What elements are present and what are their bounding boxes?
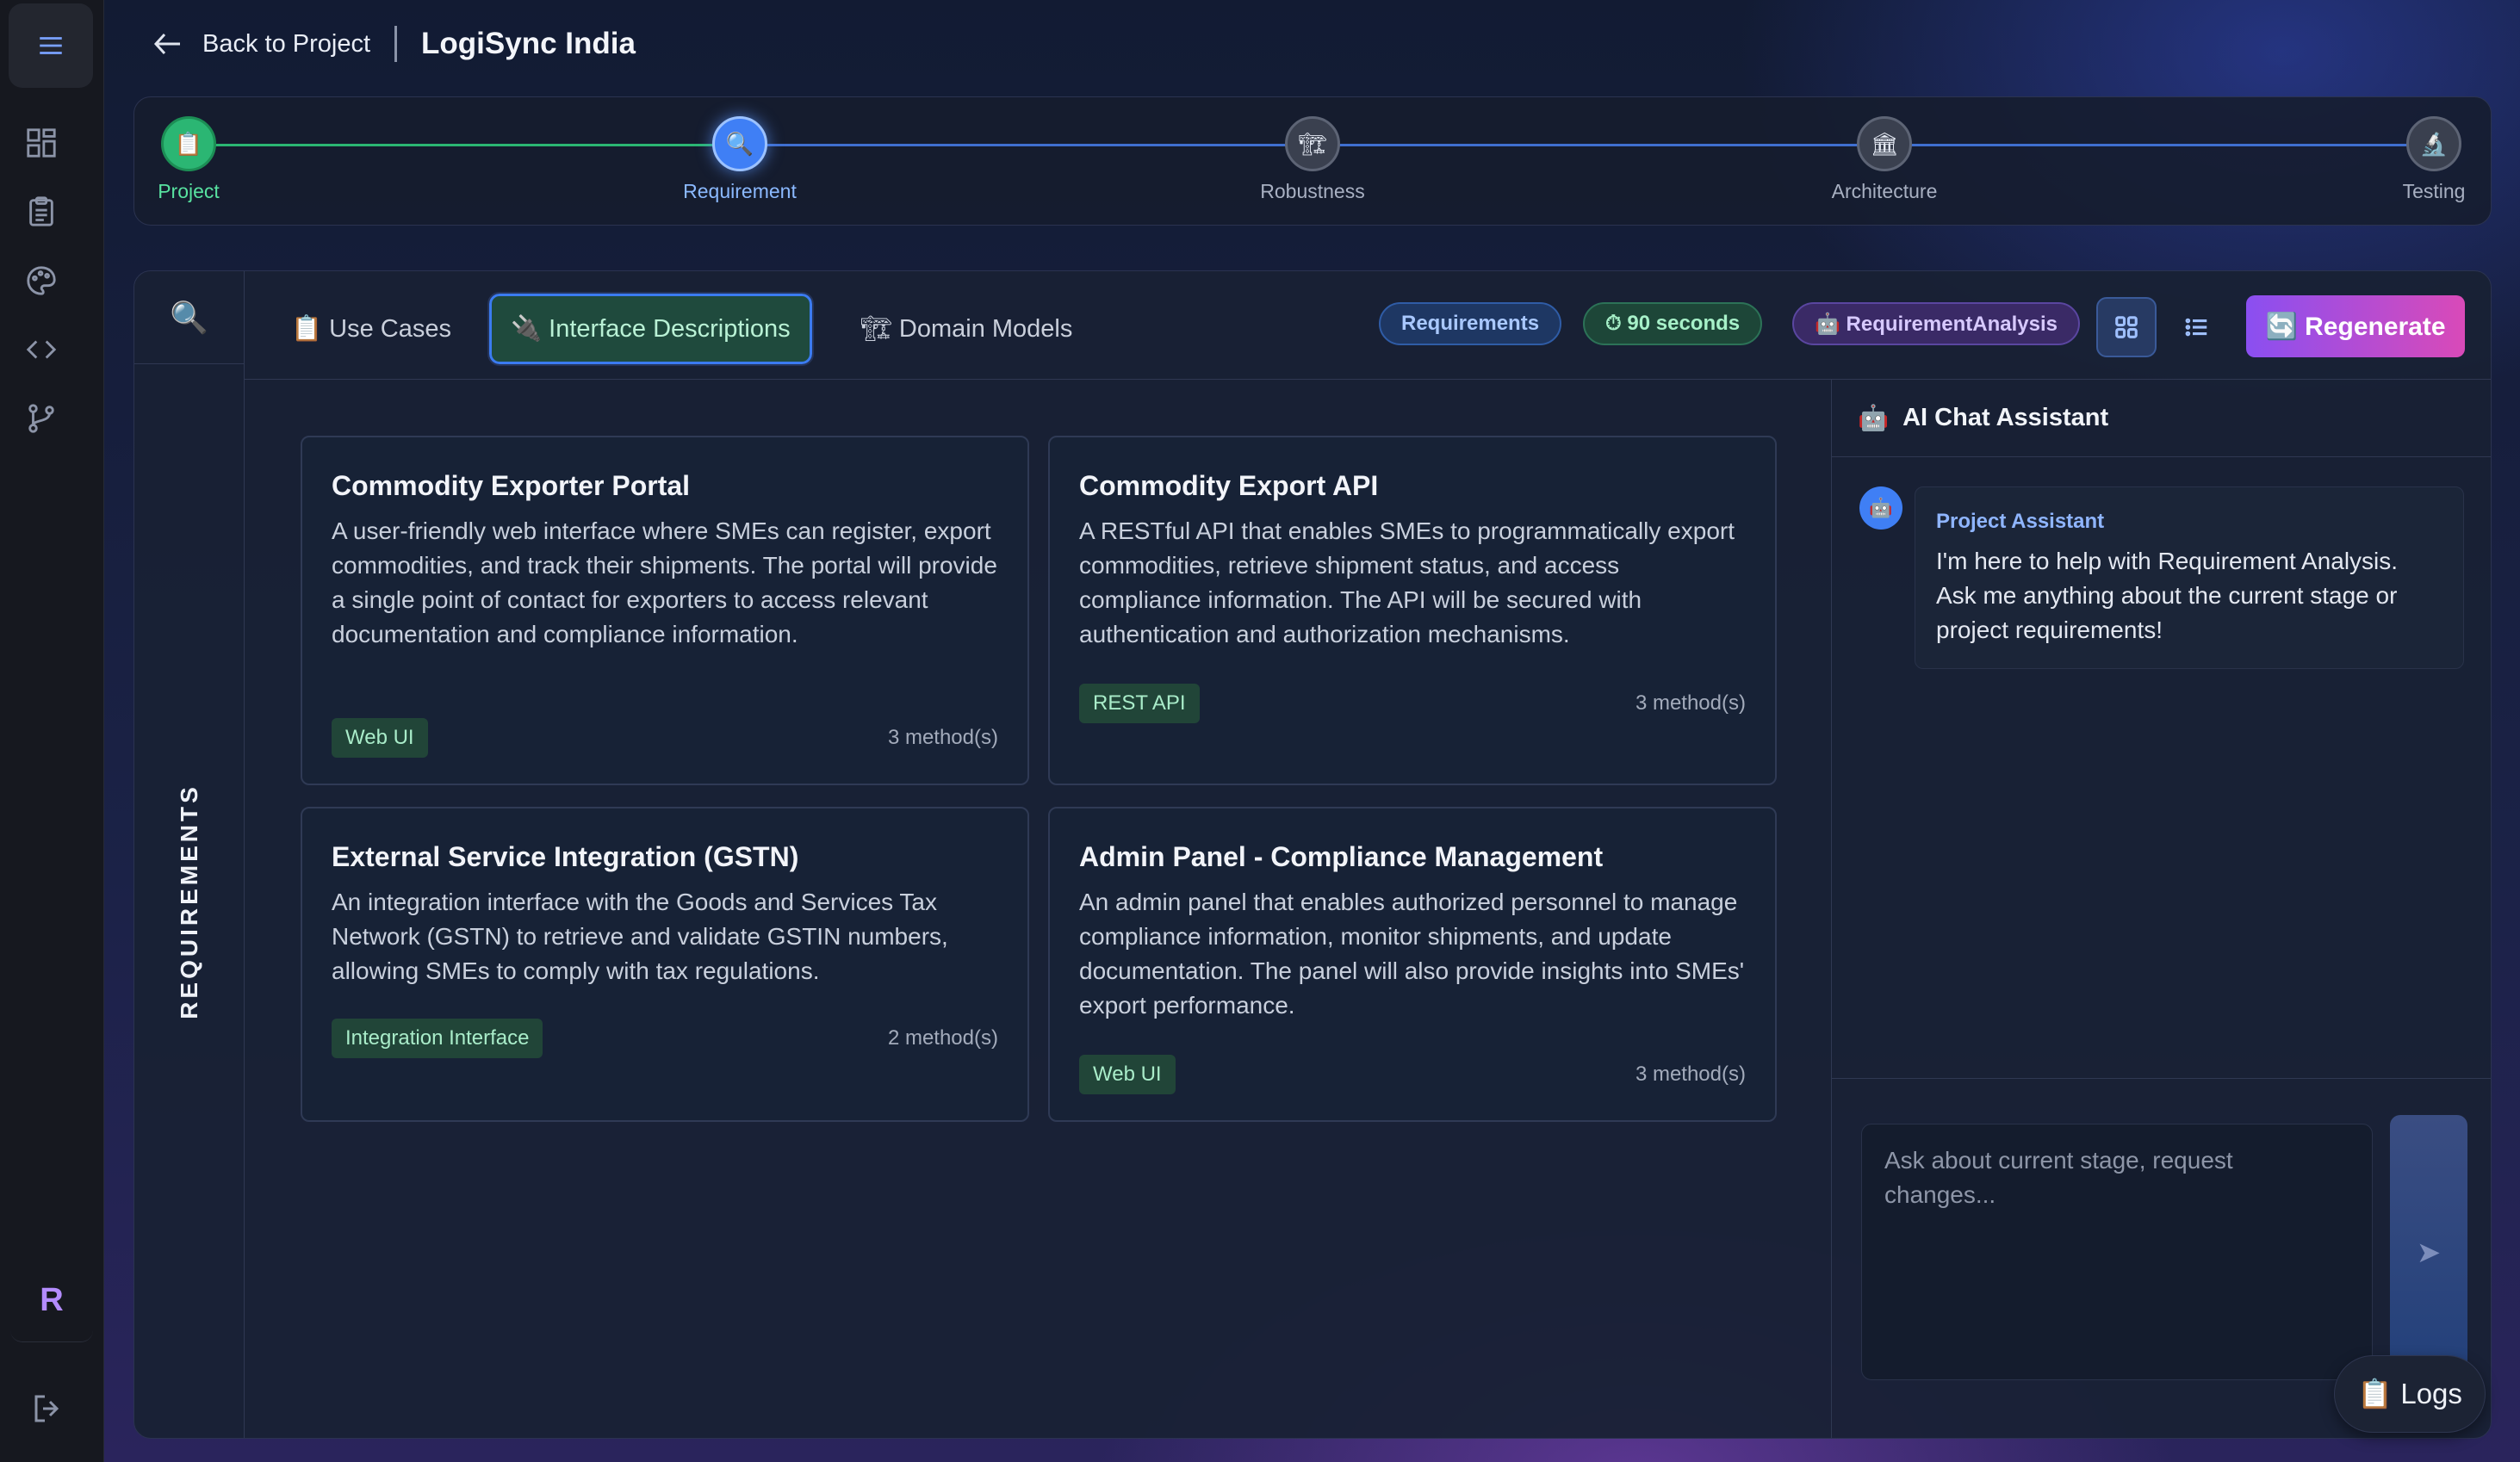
step-testing-icon: 🔬 xyxy=(2406,116,2461,171)
grid-view-button[interactable] xyxy=(2096,297,2157,357)
top-bar: Back to Project LogiSync India xyxy=(151,19,636,69)
card-description: An admin panel that enables authorized p… xyxy=(1079,889,1745,1019)
stepper-track-pending xyxy=(766,144,2454,146)
card-title: Admin Panel - Compliance Management xyxy=(1079,841,1604,872)
workflow-stepper: 📋 Project 🔍 Requirement 🏗 Robustness 🏛 A… xyxy=(133,96,2492,226)
card-footer: Integration Interface 2 method(s) xyxy=(332,1019,998,1058)
list-view-button[interactable] xyxy=(2167,297,2227,357)
grid-icon xyxy=(2115,316,2138,338)
user-avatar[interactable]: R xyxy=(10,1260,93,1342)
vertical-section-label: REQUIREMENTS xyxy=(176,784,202,1019)
regenerate-button[interactable]: 🔄 Regenerate xyxy=(2246,295,2465,357)
arrow-left-icon xyxy=(153,33,180,55)
tab-use-cases[interactable]: 📋 Use Cases xyxy=(272,294,470,364)
duration-badge: ⏱ 90 seconds xyxy=(1583,302,1763,345)
tab-label: Domain Models xyxy=(898,314,1073,343)
interface-type-tag: REST API xyxy=(1079,684,1200,723)
plug-icon: 🔌 xyxy=(511,315,543,343)
logout-icon[interactable] xyxy=(31,1391,65,1430)
send-icon: ➤ xyxy=(2416,1236,2442,1269)
card-description: An integration interface with the Goods … xyxy=(332,889,948,984)
method-count: 3 method(s) xyxy=(1635,691,1746,715)
card-footer: Web UI 3 method(s) xyxy=(1079,1055,1746,1094)
step-label: Testing xyxy=(2402,180,2466,202)
assistant-message: Project Assistant I'm here to help with … xyxy=(1915,486,2464,669)
hamburger-menu-button[interactable] xyxy=(9,3,93,88)
interface-card[interactable]: Admin Panel - Compliance Management An a… xyxy=(1048,807,1777,1122)
method-count: 3 method(s) xyxy=(887,726,998,749)
logs-button[interactable]: 📋 Logs xyxy=(2334,1355,2486,1433)
step-label: Robustness xyxy=(1260,180,1365,202)
ai-chat-panel: 🤖 AI Chat Assistant 🤖 Project Assistant … xyxy=(1831,380,2491,1438)
chat-title: AI Chat Assistant xyxy=(1902,404,2109,431)
search-icon[interactable]: 🔍 xyxy=(134,271,244,364)
interface-type-tag: Web UI xyxy=(1079,1055,1176,1094)
step-architecture-icon: 🏛 xyxy=(1857,116,1912,171)
git-branch-icon[interactable] xyxy=(24,401,59,436)
analysis-badge: 🤖 RequirementAnalysis xyxy=(1792,302,2080,345)
construction-icon: 🏗 xyxy=(860,315,892,343)
card-footer: Web UI 3 method(s) xyxy=(332,718,998,758)
assistant-message-text: I'm here to help with Requirement Analys… xyxy=(1936,548,2399,643)
step-project-icon: 📋 xyxy=(161,116,216,171)
list-icon xyxy=(2185,318,2207,337)
card-title: Commodity Export API xyxy=(1079,470,1379,501)
card-title: External Service Integration (GSTN) xyxy=(332,841,799,872)
back-to-project-button[interactable]: Back to Project xyxy=(151,27,370,61)
step-label: Project xyxy=(158,180,220,202)
tab-label: Use Cases xyxy=(329,314,451,343)
interface-type-tag: Integration Interface xyxy=(332,1019,543,1058)
step-label: Architecture xyxy=(1831,180,1938,202)
step-label: Requirement xyxy=(683,180,797,202)
back-label: Back to Project xyxy=(202,29,371,58)
interface-type-tag: Web UI xyxy=(332,718,428,758)
dashboard-icon[interactable] xyxy=(24,126,59,160)
tab-domain-models[interactable]: 🏗 Domain Models xyxy=(841,294,1091,364)
step-requirement[interactable]: 🔍 Requirement xyxy=(654,116,826,203)
tab-interface-descriptions[interactable]: 🔌 Interface Descriptions xyxy=(487,292,814,366)
step-requirement-icon: 🔍 xyxy=(712,116,767,171)
menu-icon xyxy=(40,37,62,54)
send-button[interactable]: ➤ xyxy=(2390,1115,2467,1391)
requirements-panel: 🔍 REQUIREMENTS 📋 Use Cases 🔌 Interface D… xyxy=(133,270,2492,1439)
clipboard-icon[interactable] xyxy=(24,195,59,229)
card-description: A user-friendly web interface where SMEs… xyxy=(332,517,997,647)
header-divider xyxy=(394,26,398,62)
assistant-name: Project Assistant xyxy=(1936,510,2105,533)
requirements-badge: Requirements xyxy=(1379,302,1562,345)
tab-label: Interface Descriptions xyxy=(549,314,791,343)
step-architecture[interactable]: 🏛 Architecture xyxy=(1798,116,1971,203)
chat-header: 🤖 AI Chat Assistant xyxy=(1832,380,2491,457)
interface-card[interactable]: Commodity Exporter Portal A user-friendl… xyxy=(301,436,1029,785)
vertical-rail: 🔍 REQUIREMENTS xyxy=(134,271,245,1438)
card-description: A RESTful API that enables SMEs to progr… xyxy=(1079,517,1735,647)
card-title: Commodity Exporter Portal xyxy=(332,470,691,501)
interface-card[interactable]: Commodity Export API A RESTful API that … xyxy=(1048,436,1777,785)
app-sidebar: R xyxy=(0,0,104,1462)
card-footer: REST API 3 method(s) xyxy=(1079,684,1746,723)
clipboard-icon: 📋 xyxy=(291,315,323,343)
palette-icon[interactable] xyxy=(24,263,59,298)
method-count: 3 method(s) xyxy=(1635,1062,1746,1086)
code-icon[interactable] xyxy=(24,332,59,367)
tab-bar: 📋 Use Cases 🔌 Interface Descriptions 🏗 D… xyxy=(245,271,2491,380)
assistant-avatar: 🤖 xyxy=(1859,486,1902,530)
step-robustness-icon: 🏗 xyxy=(1285,116,1340,171)
step-project[interactable]: 📋 Project xyxy=(102,116,275,203)
project-title: LogiSync India xyxy=(421,27,636,60)
interface-card[interactable]: External Service Integration (GSTN) An i… xyxy=(301,807,1029,1122)
chat-input[interactable] xyxy=(1861,1124,2373,1380)
step-robustness[interactable]: 🏗 Robustness xyxy=(1226,116,1399,203)
robot-icon: 🤖 xyxy=(1858,404,1890,432)
method-count: 2 method(s) xyxy=(887,1026,998,1050)
step-testing[interactable]: 🔬 Testing xyxy=(2348,116,2520,203)
